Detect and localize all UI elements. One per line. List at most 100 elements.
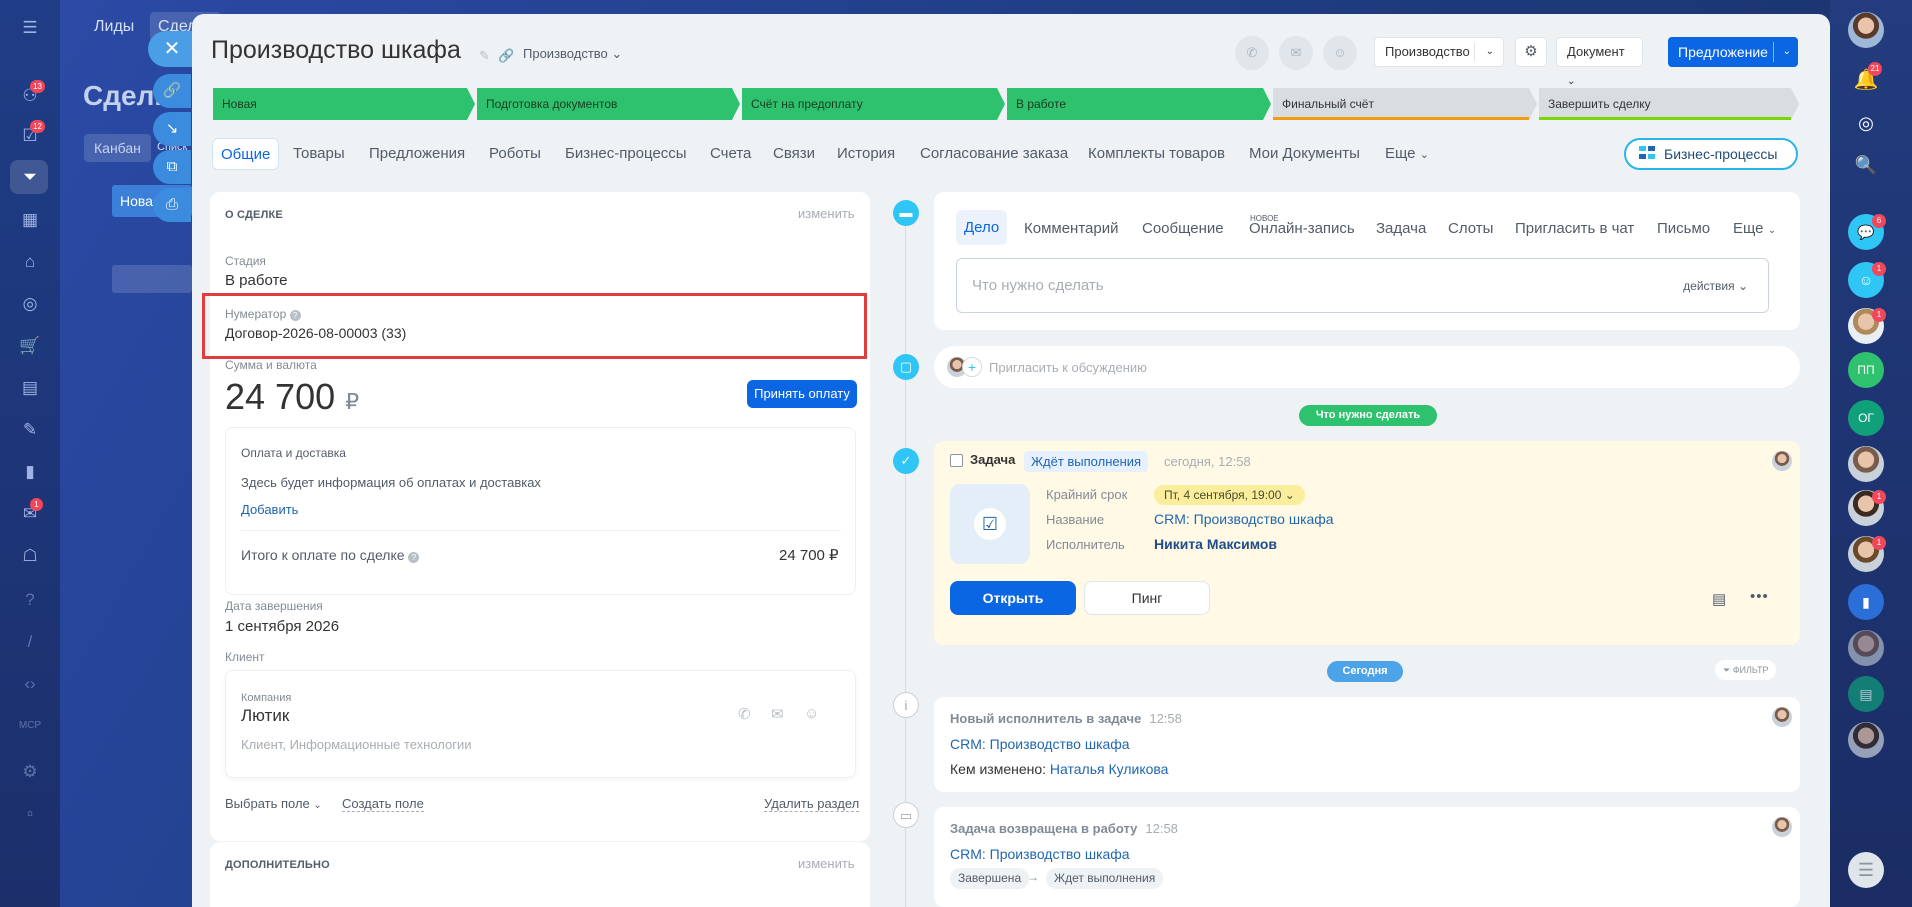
proposal-button[interactable]: Предложение ⌄ [1668,37,1798,67]
note-icon[interactable]: ▤ [1712,590,1726,608]
contact-initials-pp[interactable]: ПП [1848,352,1884,388]
open-chat-list-icon[interactable]: ☰ [1848,852,1884,888]
bg-kanban-tab[interactable]: Канбан [84,134,151,162]
history-2-link[interactable]: CRM: Производство шкафа [950,846,1130,862]
ping-button[interactable]: Пинг [1084,581,1210,615]
feed-tab-online-booking[interactable]: Онлайн-запись [1249,220,1355,237]
task-author-avatar[interactable] [1772,451,1792,471]
activity-icon[interactable]: ◎ [1848,105,1884,141]
todo-input[interactable]: Что нужно сделать действия ⌄ [956,258,1769,313]
stage-prepay[interactable]: Счёт на предоплату [742,88,1005,120]
task-name-link[interactable]: CRM: Производство шкафа [1154,511,1334,527]
sign-icon[interactable]: ✎ [18,418,42,442]
tab-invoices[interactable]: Счета [710,138,751,170]
stage-in-work[interactable]: В работе [1007,88,1271,120]
copy-link-button[interactable]: 🔗 [153,74,191,108]
tab-order-approval[interactable]: Согласование заказа [920,138,1068,170]
add-participant-icon[interactable]: + [962,357,982,377]
copy-link-icon[interactable]: 🔗 [498,48,514,64]
mcp-icon[interactable]: MCP [18,714,42,738]
tab-general[interactable]: Общие [212,138,280,170]
history-1-avatar[interactable] [1772,707,1792,727]
task-checkbox[interactable] [950,454,963,467]
docs-icon[interactable]: ▤ [18,376,42,400]
contact-avatar-2[interactable] [1848,446,1884,482]
menu-icon[interactable]: ☰ [18,16,42,40]
company-email-icon[interactable]: ✉ [771,705,784,723]
contact-avatar-6[interactable] [1848,722,1884,758]
stage-new[interactable]: Новая [213,88,475,120]
apps-icon[interactable]: ▫ [18,802,42,826]
calendar-icon[interactable]: ▦ [18,208,42,232]
stage-final-invoice[interactable]: Финальный счёт [1273,88,1537,120]
feed-tab-more[interactable]: Еще ⌄ [1733,220,1776,237]
feed-tab-slots[interactable]: Слоты [1448,220,1493,237]
tab-more[interactable]: Еще ⌄ [1385,138,1429,170]
more-icon[interactable]: ••• [1750,588,1769,605]
user-avatar[interactable] [1848,12,1884,48]
code-icon[interactable]: ‹› [18,672,42,696]
filter-icon[interactable]: ⏷ [18,165,42,189]
create-field-link[interactable]: Создать поле [342,796,424,812]
feed-tab-message[interactable]: Сообщение [1142,220,1224,237]
bookmark-icon[interactable]: ▮ [1848,584,1884,620]
sites-icon[interactable]: / [18,630,42,654]
edit-title-icon[interactable]: ✎ [479,48,490,64]
close-slider-button[interactable]: ✕ [148,31,196,67]
help-icon[interactable]: ? [18,588,42,612]
tab-robots[interactable]: Роботы [489,138,541,170]
open-new-window-button[interactable]: ⧉ [153,150,191,184]
history-2-avatar[interactable] [1772,817,1792,837]
document-button[interactable]: Документ ⌄ [1556,37,1643,87]
marketing-icon[interactable]: ◎ [18,292,42,316]
stage-complete[interactable]: Завершить сделку [1539,88,1799,120]
search-chat-icon[interactable]: 🔍 [1848,147,1884,183]
tab-proposals[interactable]: Предложения [369,138,465,170]
tab-links[interactable]: Связи [773,138,815,170]
bg-tab-leads[interactable]: Лиды [94,18,134,36]
contact-avatar-5[interactable] [1848,630,1884,666]
robot-icon[interactable]: ☖ [18,544,42,568]
feed-tab-email[interactable]: Письмо [1657,220,1710,237]
company-chat-icon[interactable]: ☺ [804,705,819,722]
print-button[interactable]: ⎙ [153,188,191,222]
accept-payment-button[interactable]: Принять оплату [747,380,857,408]
tab-products[interactable]: Товары [293,138,345,170]
feed-tab-todo[interactable]: Дело [956,210,1008,245]
about-edit-link[interactable]: изменить [798,206,855,221]
company-name[interactable]: Лютик [241,706,289,726]
deadline-pill[interactable]: Пт, 4 сентября, 19:00 ⌄ [1154,485,1305,505]
history-1-link[interactable]: CRM: Производство шкафа [950,736,1130,752]
call-icon[interactable]: ✆ [1235,36,1269,70]
open-task-button[interactable]: Открыть [950,581,1076,615]
category-select[interactable]: Производство ⌄ [523,46,622,62]
email-icon[interactable]: ✉ [1279,36,1313,70]
analytics-icon[interactable]: ▮ [18,460,42,484]
assignee-link[interactable]: Никита Максимов [1154,536,1277,552]
tab-product-kits[interactable]: Комплекты товаров [1088,138,1225,170]
filter-button[interactable]: ⏷ ФИЛЬТР [1715,660,1777,680]
minimize-button[interactable]: ↘ [153,112,191,146]
delete-section-link[interactable]: Удалить раздел [764,796,860,812]
discussion-placeholder[interactable]: Пригласить к обсуждению [989,360,1147,375]
stage-docs[interactable]: Подготовка документов [477,88,740,120]
chat-icon[interactable]: ☺ [1323,36,1357,70]
settings-gear-icon[interactable]: ⚙ [1515,37,1547,67]
tab-my-documents[interactable]: Мои Документы [1249,138,1360,170]
additional-edit-link[interactable]: изменить [798,856,855,871]
cart-icon[interactable]: 🛒 [18,334,42,358]
tab-business-processes[interactable]: Бизнес-процессы [565,138,687,170]
contact-initials-og[interactable]: ОГ [1848,400,1884,436]
feed-tab-invite-chat[interactable]: Пригласить в чат [1515,220,1634,237]
tab-history[interactable]: История [837,138,895,170]
feed-tab-comment[interactable]: Комментарий [1024,220,1118,237]
store-icon[interactable]: ⌂ [18,250,42,274]
add-payment-link[interactable]: Добавить [241,502,298,517]
business-processes-button[interactable]: Бизнес-процессы [1624,138,1798,170]
settings-icon[interactable]: ⚙ [18,760,42,784]
funnel-select[interactable]: Производство ⌄ [1374,37,1504,67]
choose-field-link[interactable]: Выбрать поле ⌄ [225,796,322,811]
feed-tab-task[interactable]: Задача [1376,220,1426,237]
company-call-icon[interactable]: ✆ [738,705,751,723]
notes-icon[interactable]: ▤ [1848,676,1884,712]
